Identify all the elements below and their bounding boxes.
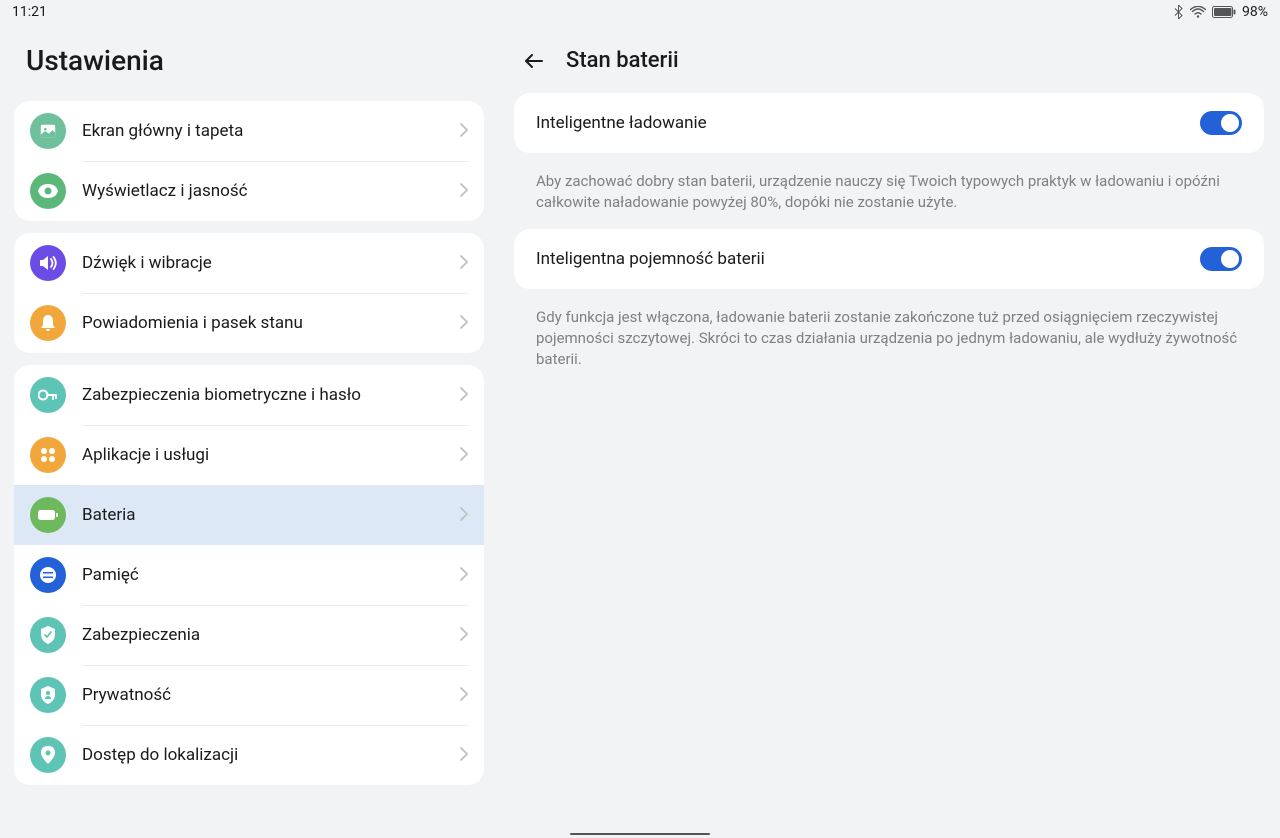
chevron-right-icon: [460, 122, 468, 141]
sidebar-item[interactable]: Dźwięk i wibracje: [14, 233, 484, 293]
sidebar-item[interactable]: Bateria: [14, 485, 484, 545]
sidebar-title: Ustawienia: [14, 24, 484, 101]
status-bar: 11:21 98%: [0, 0, 1280, 24]
chevron-right-icon: [460, 686, 468, 705]
sidebar-item-label: Zabezpieczenia: [82, 625, 460, 645]
image-icon: [30, 113, 66, 149]
sidebar-item[interactable]: Pamięć: [14, 545, 484, 605]
toggle-switch[interactable]: [1200, 111, 1242, 135]
battery-icon: [30, 497, 66, 533]
sidebar-item-label: Dostęp do lokalizacji: [82, 745, 460, 765]
wifi-icon: [1190, 6, 1206, 18]
sidebar-item[interactable]: Zabezpieczenia: [14, 605, 484, 665]
sidebar-item[interactable]: Wyświetlacz i jasność: [14, 161, 484, 221]
back-button[interactable]: [522, 49, 546, 73]
chevron-right-icon: [460, 314, 468, 333]
sidebar-item-label: Bateria: [82, 505, 460, 525]
sidebar: Ustawienia Ekran główny i tapeta Wyświetl…: [0, 24, 498, 833]
chevron-right-icon: [460, 254, 468, 273]
content-panel: Stan baterii Inteligentne ładowanie Aby z…: [498, 24, 1280, 833]
sidebar-item[interactable]: Dostęp do lokalizacji: [14, 725, 484, 785]
sidebar-group: Zabezpieczenia biometryczne i hasło Aplik…: [14, 365, 484, 785]
content-title: Stan baterii: [566, 48, 679, 73]
sidebar-item[interactable]: Ekran główny i tapeta: [14, 101, 484, 161]
setting-label: Inteligentne ładowanie: [536, 113, 707, 133]
sidebar-item-label: Dźwięk i wibracje: [82, 253, 460, 273]
sidebar-item-label: Powiadomienia i pasek stanu: [82, 313, 460, 333]
sidebar-item[interactable]: Aplikacje i usługi: [14, 425, 484, 485]
toggle-switch[interactable]: [1200, 247, 1242, 271]
sidebar-item[interactable]: Zabezpieczenia biometryczne i hasło: [14, 365, 484, 425]
sidebar-group: Dźwięk i wibracje Powiadomienia i pasek s…: [14, 233, 484, 353]
chevron-right-icon: [460, 386, 468, 405]
sidebar-item-label: Aplikacje i usługi: [82, 445, 460, 465]
status-battery-percent: 98%: [1242, 4, 1268, 20]
setting-row: Inteligentne ładowanie: [514, 93, 1264, 153]
setting-description: Gdy funkcja jest włączona, ładowanie bat…: [514, 297, 1264, 386]
battery-status-icon: [1212, 6, 1236, 18]
chevron-right-icon: [460, 182, 468, 201]
sidebar-item[interactable]: Prywatność: [14, 665, 484, 725]
sidebar-group: Ekran główny i tapeta Wyświetlacz i jasno…: [14, 101, 484, 221]
sidebar-item-label: Ekran główny i tapeta: [82, 121, 460, 141]
chevron-right-icon: [460, 626, 468, 645]
sidebar-item-label: Wyświetlacz i jasność: [82, 181, 460, 201]
bluetooth-icon: [1173, 5, 1184, 19]
apps-icon: [30, 437, 66, 473]
location-icon: [30, 737, 66, 773]
content-header: Stan baterii: [514, 24, 1264, 93]
chevron-right-icon: [460, 566, 468, 585]
eye-icon: [30, 173, 66, 209]
storage-icon: [30, 557, 66, 593]
setting-description: Aby zachować dobry stan baterii, urządze…: [514, 161, 1264, 229]
privacy-icon: [30, 677, 66, 713]
sidebar-item[interactable]: Powiadomienia i pasek stanu: [14, 293, 484, 353]
bell-icon: [30, 305, 66, 341]
chevron-right-icon: [460, 446, 468, 465]
sidebar-item-label: Prywatność: [82, 685, 460, 705]
shield-icon: [30, 617, 66, 653]
status-time: 11:21: [12, 4, 47, 20]
chevron-right-icon: [460, 506, 468, 525]
sidebar-item-label: Pamięć: [82, 565, 460, 585]
home-indicator[interactable]: [570, 833, 710, 835]
sidebar-item-label: Zabezpieczenia biometryczne i hasło: [82, 385, 460, 405]
setting-row: Inteligentna pojemność baterii: [514, 229, 1264, 289]
key-icon: [30, 377, 66, 413]
chevron-right-icon: [460, 746, 468, 765]
volume-icon: [30, 245, 66, 281]
status-right: 98%: [1173, 4, 1268, 20]
setting-label: Inteligentna pojemność baterii: [536, 249, 765, 269]
